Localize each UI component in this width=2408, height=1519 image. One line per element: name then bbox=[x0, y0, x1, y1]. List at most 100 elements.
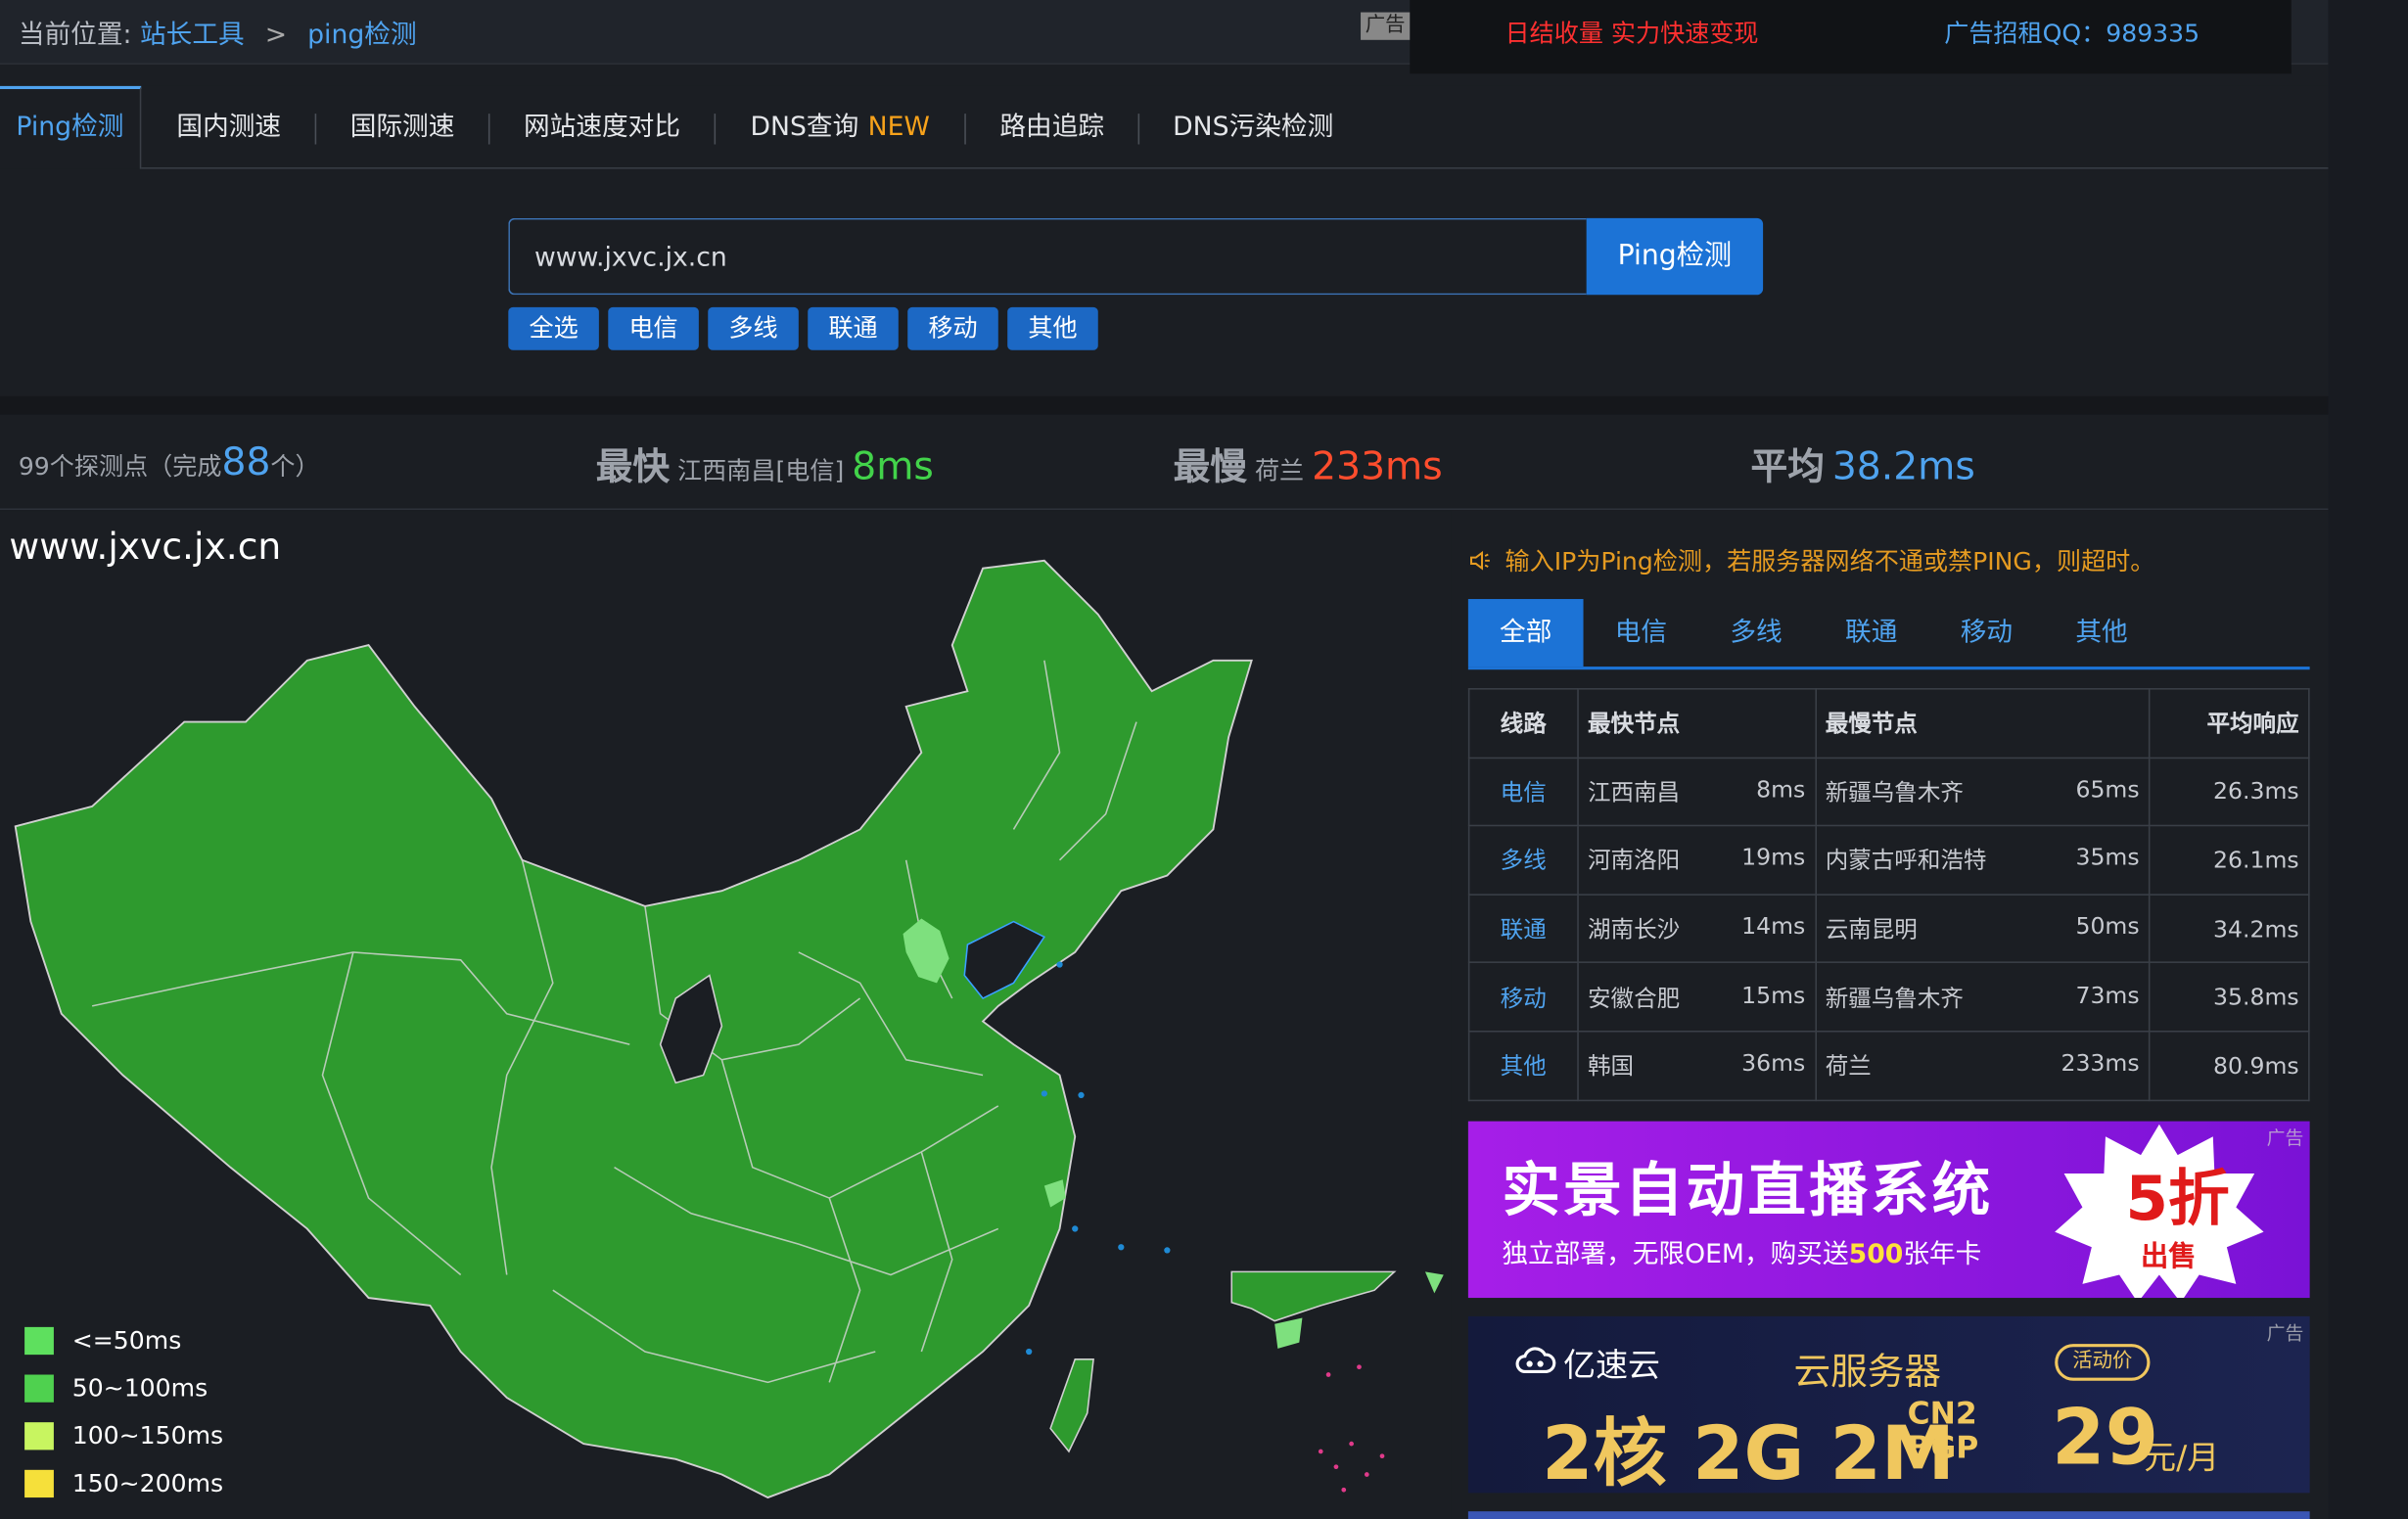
breadcrumb-label: 当前位置: bbox=[18, 20, 132, 51]
average-label: 平均 bbox=[1750, 445, 1825, 489]
table-header-row: 线路 最快节点 最慢节点 平均响应 bbox=[1467, 688, 2310, 759]
tab-divider bbox=[487, 114, 490, 145]
table-row: 移动 安徽合肥 15ms 新疆乌鲁木齐 73ms 35.8ms bbox=[1467, 961, 2310, 1033]
result-tabs: 全部 电信 多线 联通 移动 其他 bbox=[1467, 599, 2310, 670]
fastest-label: 最快 bbox=[595, 445, 671, 489]
fast-node: 江西南昌 bbox=[1587, 778, 1681, 806]
rtab-unicom[interactable]: 联通 bbox=[1814, 599, 1929, 667]
china-mainland-shape[interactable] bbox=[14, 559, 1253, 1499]
top-ad-text-1[interactable]: 日结收量 实力快速变现 bbox=[1505, 13, 1759, 50]
ad-banner-live-system[interactable]: 实景自动直播系统 独立部署，无限OEM，购买送500张年卡 5折 出售 广告 bbox=[1467, 1121, 2310, 1299]
table-row: 电信 江西南昌 8ms 新疆乌鲁木齐 65ms 26.3ms bbox=[1467, 757, 2310, 827]
legend-label: 100~150ms bbox=[71, 1420, 224, 1450]
banner1-title: 实景自动直播系统 bbox=[1502, 1156, 1994, 1224]
col-average: 平均响应 bbox=[2149, 688, 2310, 759]
average-value: 38.2ms bbox=[1831, 443, 1975, 489]
tab-ping[interactable]: Ping检测 bbox=[0, 85, 142, 171]
tab-dns-query-label: DNS查询 bbox=[750, 112, 859, 143]
taiwan-shape[interactable] bbox=[1049, 1358, 1094, 1453]
banner1-ad-label: 广告 bbox=[2266, 1127, 2304, 1149]
banner2-tag: 活动价 bbox=[2055, 1344, 2151, 1381]
cloud-logo-icon bbox=[1515, 1347, 1556, 1373]
breadcrumb-separator: > bbox=[264, 20, 288, 51]
tab-divider bbox=[1137, 114, 1140, 145]
col-line: 线路 bbox=[1467, 688, 1579, 759]
slow-node: 荷兰 bbox=[1825, 1052, 1872, 1081]
banner1-sub-a: 独立部署，无限OEM，购买送 bbox=[1502, 1239, 1849, 1270]
islands-dots bbox=[1318, 1364, 1385, 1493]
section-gap bbox=[0, 395, 2329, 415]
banner2-network: CN2 BGP bbox=[1908, 1396, 1979, 1463]
fast-node: 安徽合肥 bbox=[1587, 984, 1681, 1012]
row-slow: 云南昆明 50ms bbox=[1814, 893, 2151, 964]
notice-text: 输入IP为Ping检测，若服务器网络不通或禁PING，则超时。 bbox=[1505, 546, 2155, 576]
tab-dns-query[interactable]: DNS查询 NEW bbox=[726, 86, 953, 169]
probe-prefix: 99个探测点（完成 bbox=[18, 451, 222, 482]
legend-swatch bbox=[24, 1422, 54, 1450]
breadcrumb-link-tools[interactable]: 站长工具 bbox=[140, 20, 245, 50]
banner2-bgp: BGP bbox=[1907, 1428, 1979, 1466]
domain-input[interactable]: www.jxvc.jx.cn bbox=[508, 217, 1587, 296]
fast-ms: 14ms bbox=[1741, 912, 1806, 941]
banner1-sub-highlight: 500 bbox=[1848, 1239, 1904, 1270]
table-row: 其他 韩国 36ms 荷兰 233ms 80.9ms bbox=[1467, 1030, 2310, 1101]
probe-done: 88 bbox=[221, 438, 271, 484]
banner1-sub-b: 张年卡 bbox=[1903, 1239, 1982, 1270]
south-sea-inset[interactable] bbox=[1230, 1270, 1397, 1322]
top-ad-text-2[interactable]: 广告招租QQ：989335 bbox=[1944, 13, 2200, 50]
tab-speed-compare[interactable]: 网站速度对比 bbox=[500, 86, 703, 169]
legend-swatch bbox=[24, 1326, 54, 1356]
slow-ms: 50ms bbox=[2075, 912, 2140, 941]
chip-all[interactable]: 全选 bbox=[508, 306, 599, 350]
chip-other[interactable]: 其他 bbox=[1007, 306, 1098, 350]
stats-bar: 99个探测点（完成88个） 最快 江西南昌[电信] 8ms 最慢 荷兰 233m… bbox=[0, 414, 2329, 511]
tab-dns-pollution[interactable]: DNS污染检测 bbox=[1150, 86, 1356, 169]
chip-unicom[interactable]: 联通 bbox=[808, 306, 899, 350]
rtab-mobile[interactable]: 移动 bbox=[1929, 599, 2045, 667]
china-map-svg bbox=[14, 559, 1444, 1499]
fast-ms: 19ms bbox=[1741, 844, 1806, 872]
rtab-other[interactable]: 其他 bbox=[2044, 599, 2159, 667]
notice: 输入IP为Ping检测，若服务器网络不通或禁PING，则超时。 bbox=[1468, 540, 2155, 577]
fast-ms: 8ms bbox=[1756, 775, 1806, 804]
row-line[interactable]: 其他 bbox=[1467, 1030, 1579, 1101]
tab-divider bbox=[714, 114, 717, 145]
slow-ms: 73ms bbox=[2075, 981, 2140, 1009]
right-gutter bbox=[2328, 0, 2408, 1519]
tab-intl-speed[interactable]: 国际测速 bbox=[327, 86, 478, 169]
row-fast: 河南洛阳 19ms bbox=[1577, 825, 1817, 896]
hainan-shape[interactable] bbox=[1274, 1317, 1303, 1349]
row-line[interactable]: 移动 bbox=[1467, 961, 1579, 1033]
chip-telecom[interactable]: 电信 bbox=[608, 306, 699, 350]
island-shape[interactable] bbox=[1424, 1271, 1444, 1294]
probe-count: 99个探测点（完成88个） bbox=[19, 439, 320, 484]
slow-node: 新疆乌鲁木齐 bbox=[1825, 984, 1964, 1012]
row-line[interactable]: 电信 bbox=[1467, 757, 1579, 827]
breadcrumb-link-ping[interactable]: ping检测 bbox=[307, 20, 417, 50]
fast-node: 湖南长沙 bbox=[1587, 915, 1681, 944]
row-line[interactable]: 联通 bbox=[1467, 893, 1579, 964]
tab-domestic-speed[interactable]: 国内测速 bbox=[154, 86, 304, 169]
ping-button[interactable]: Ping检测 bbox=[1586, 217, 1764, 296]
slow-node: 内蒙古呼和浩特 bbox=[1825, 847, 1987, 875]
banner2-price: 29 bbox=[2052, 1393, 2159, 1483]
banner2-ad-label: 广告 bbox=[2266, 1322, 2304, 1345]
legend-label: <=50ms bbox=[71, 1325, 182, 1356]
tab-divider bbox=[964, 114, 966, 145]
slow-node: 新疆乌鲁木齐 bbox=[1825, 778, 1964, 806]
tool-tabs: Ping检测 国内测速 国际测速 网站速度对比 DNS查询 NEW 路由追踪 DN… bbox=[0, 85, 2329, 171]
average-stat: 平均 38.2ms bbox=[1751, 437, 1975, 490]
ad-banner-cloud-server[interactable]: 亿速云 云服务器 活动价 2核 2G 2M CN2 BGP 29 元/月 广告 bbox=[1467, 1315, 2310, 1494]
row-slow: 新疆乌鲁木齐 65ms bbox=[1814, 757, 2151, 827]
slowest-label: 最慢 bbox=[1173, 445, 1247, 489]
chip-mobile[interactable]: 移动 bbox=[907, 306, 998, 350]
tab-traceroute[interactable]: 路由追踪 bbox=[977, 86, 1128, 169]
slow-node: 云南昆明 bbox=[1825, 915, 1918, 944]
chip-multiline[interactable]: 多线 bbox=[708, 306, 799, 350]
rtab-all[interactable]: 全部 bbox=[1467, 599, 1584, 667]
rtab-multiline[interactable]: 多线 bbox=[1698, 599, 1814, 667]
table-row: 联通 湖南长沙 14ms 云南昆明 50ms 34.2ms bbox=[1467, 893, 2310, 964]
row-line[interactable]: 多线 bbox=[1467, 825, 1579, 896]
fastest-location: 江西南昌[电信] bbox=[677, 456, 845, 485]
rtab-telecom[interactable]: 电信 bbox=[1584, 599, 1699, 667]
